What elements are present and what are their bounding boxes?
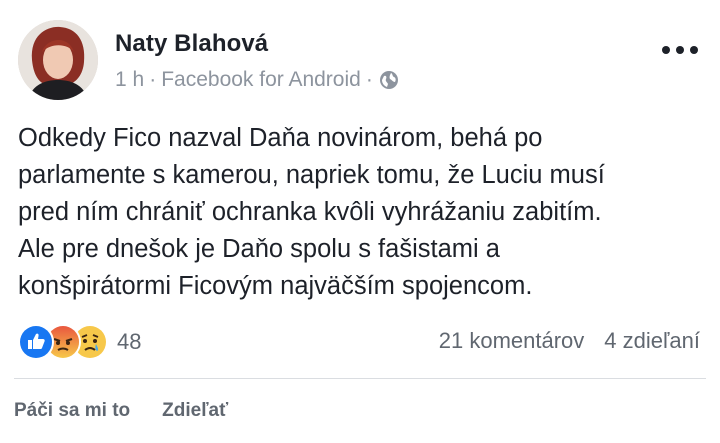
post-text-line: parlamente s kamerou, napriek tomu, že L…	[18, 161, 605, 189]
globe-icon	[379, 70, 399, 90]
comments-count[interactable]: 21 komentárov	[439, 328, 585, 354]
post-time[interactable]: 1 h	[115, 68, 144, 92]
like-icon	[18, 324, 54, 360]
engagement-counts: 21 komentárov 4 zdieľaní	[439, 328, 700, 354]
like-button[interactable]: Páči sa mi to	[14, 400, 130, 422]
reaction-count: 48	[117, 329, 142, 354]
profile-photo	[18, 20, 98, 100]
meta-separator: ·	[365, 68, 373, 91]
post-text-line: Ale pre dnešok je Daňo spolu s fašistami…	[18, 235, 500, 263]
divider	[14, 378, 706, 379]
dot	[690, 46, 698, 54]
post-header: Naty Blahová 1 h · Facebook for Android …	[0, 0, 720, 110]
post-stats: 48 21 komentárov 4 zdieľaní	[0, 322, 720, 362]
more-options-icon[interactable]	[662, 40, 698, 60]
author-name[interactable]: Naty Blahová	[115, 30, 268, 58]
post-text-line: konšpirátormi Ficovým najväčším spojenco…	[18, 272, 533, 300]
post-actions: Páči sa mi to Zdieľať	[14, 400, 228, 422]
dot	[662, 46, 670, 54]
share-button[interactable]: Zdieľať	[162, 400, 228, 422]
post-text-line: pred ním chrániť ochranka kvôli vyhrážan…	[18, 198, 602, 226]
shares-count[interactable]: 4 zdieľaní	[604, 328, 700, 354]
avatar[interactable]	[18, 20, 98, 100]
post-source: Facebook for Android	[161, 68, 361, 91]
dot	[676, 46, 684, 54]
meta-separator: ·	[149, 68, 157, 91]
reactions-summary[interactable]: 48	[18, 324, 141, 360]
post-text: Odkedy Fico nazval Daňa novinárom, behá …	[18, 120, 708, 305]
post-meta: 1 h · Facebook for Android ·	[115, 68, 399, 92]
post-text-line: Odkedy Fico nazval Daňa novinárom, behá …	[18, 124, 543, 152]
